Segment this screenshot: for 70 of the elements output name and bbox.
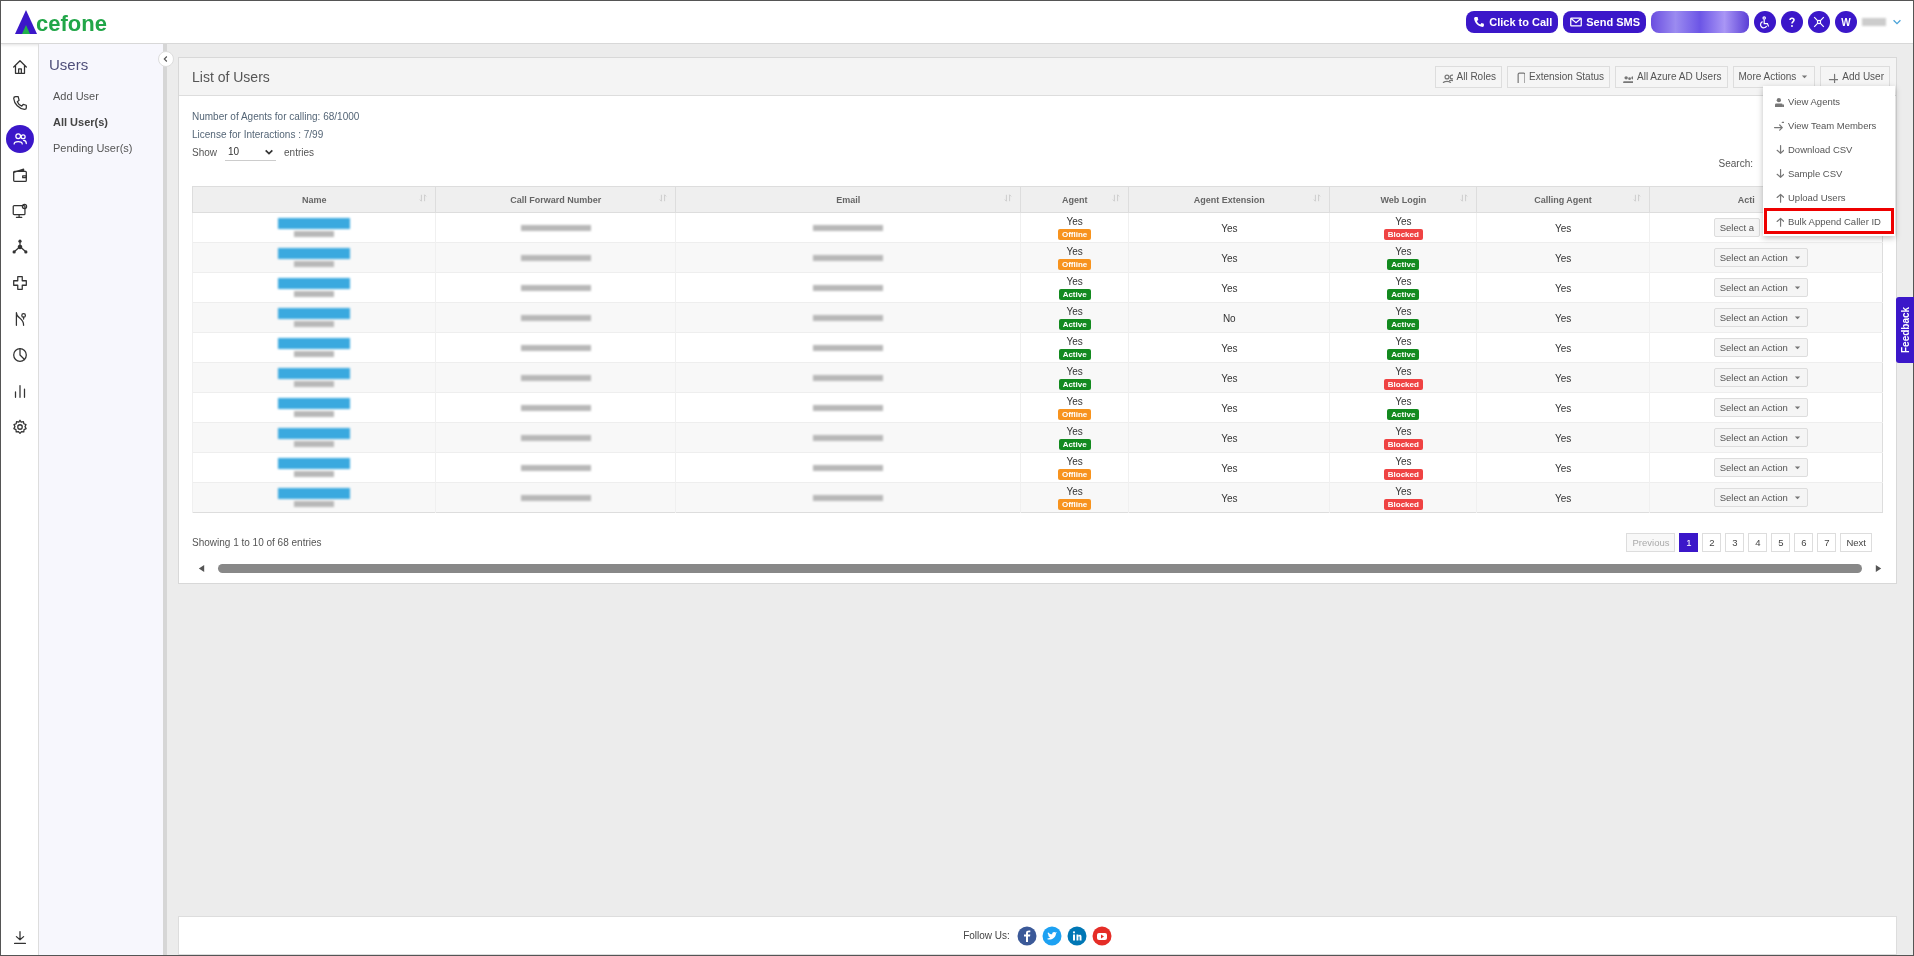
status-badge: Active (1387, 258, 1420, 270)
status-badge: Offline (1058, 258, 1092, 270)
table-cell-text: Yes (1394, 335, 1413, 347)
status-badge: Active (1058, 348, 1091, 360)
status-badge: Active (1058, 378, 1091, 390)
table-cell: Yes (1554, 402, 1572, 414)
table-cell-text: Yes (1065, 395, 1084, 407)
table-cell-text: Yes (1065, 365, 1084, 377)
table-cell-text: Yes (1065, 335, 1084, 347)
table-cell-text: Yes (1394, 305, 1413, 317)
table-cell-text: Yes (1394, 215, 1413, 227)
status-badge: Active (1387, 348, 1420, 360)
logo-text: cefone (36, 12, 107, 36)
table-cell-text: Yes (1394, 455, 1413, 467)
table-cell: Yes (1554, 222, 1572, 234)
follow-label: Follow Us: (963, 930, 1010, 941)
table-cell: Yes (1554, 492, 1572, 504)
table-cell-text: Yes (1394, 275, 1413, 287)
table-cell: Yes (1221, 372, 1238, 384)
status-badge: Offline (1058, 408, 1092, 420)
table-cell: Yes (1221, 222, 1238, 234)
table-cell: No (1222, 312, 1236, 324)
table-cell-text: Yes (1065, 455, 1084, 467)
table-cell: Yes (1221, 462, 1238, 474)
table-cell: Yes (1554, 252, 1572, 264)
table-cell: Yes (1221, 432, 1238, 444)
table-cell-text: Yes (1065, 425, 1084, 437)
table-cell: Yes (1221, 402, 1238, 414)
status-badge: Blocked (1383, 228, 1423, 240)
table-cell: Yes (1554, 342, 1572, 354)
table-cell: Yes (1221, 342, 1238, 354)
table-cell-text: Yes (1394, 425, 1413, 437)
panel-title: List of Users (192, 68, 270, 85)
table-cell-text: Yes (1394, 485, 1413, 497)
status-badge: Active (1387, 288, 1420, 300)
table-cell-text: Yes (1065, 305, 1084, 317)
status-badge: Offline (1058, 228, 1092, 240)
status-badge: Active (1058, 318, 1091, 330)
table-cell: Yes (1221, 492, 1238, 504)
table-cell: Yes (1554, 372, 1572, 384)
status-badge: Blocked (1383, 498, 1423, 510)
status-badge: Offline (1058, 498, 1092, 510)
info-text: Number of Agents for calling: 68/1000 (192, 110, 360, 124)
table-cell: Yes (1221, 282, 1238, 294)
table-cell-text: Yes (1394, 365, 1413, 377)
table-cell: Yes (1554, 462, 1572, 474)
table-cell-text: Yes (1065, 215, 1084, 227)
table-cell: Yes (1221, 252, 1238, 264)
info-text: License for Interactions : 7/99 (192, 128, 324, 142)
table-cell-text: Yes (1394, 395, 1413, 407)
table-cell: Yes (1554, 432, 1572, 444)
status-badge: Active (1387, 318, 1420, 330)
entries-summary: Showing 1 to 10 of 68 entries (192, 537, 322, 548)
status-badge: Active (1058, 438, 1091, 450)
status-badge: Blocked (1383, 468, 1423, 480)
table-cell: Yes (1554, 282, 1572, 294)
status-badge: Offline (1058, 468, 1092, 480)
table-cell-text: Yes (1394, 245, 1413, 257)
search-label: Search: (1718, 158, 1753, 169)
status-badge: Blocked (1383, 438, 1423, 450)
label: Show (192, 147, 217, 158)
status-badge: Active (1058, 288, 1091, 300)
table-cell: Yes (1554, 312, 1572, 324)
status-badge: Active (1387, 408, 1420, 420)
section-title: Users (48, 55, 90, 75)
status-badge: Blocked (1383, 378, 1423, 390)
table-cell-text: Yes (1065, 485, 1084, 497)
label: entries (284, 147, 315, 158)
table-cell-text: Yes (1065, 245, 1084, 257)
table-cell-text: Yes (1065, 275, 1084, 287)
